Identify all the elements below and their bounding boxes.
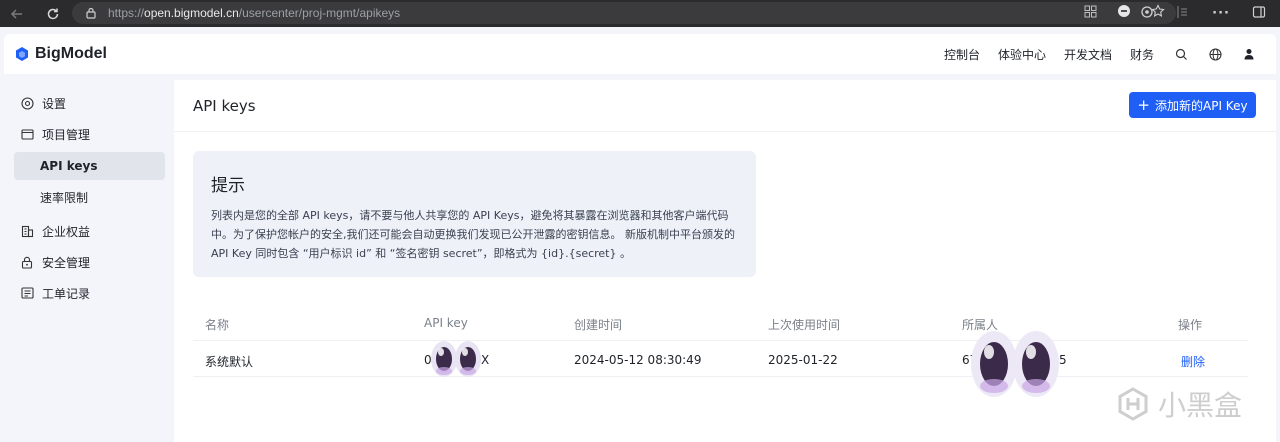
api-keys-table: 名称 API key 创建时间 上次使用时间 所属人 操作 系统默认 0 X 2… — [193, 305, 1248, 377]
nav-experience-center[interactable]: 体验中心 — [998, 46, 1046, 63]
more-icon[interactable]: ··· — [1212, 6, 1230, 21]
eyes-sticker-large — [971, 331, 1059, 397]
row-last-used: 2025-01-22 — [768, 353, 838, 367]
sidebar-item-label: API keys — [40, 159, 98, 173]
lock-icon — [20, 255, 34, 269]
delete-link[interactable]: 删除 — [1181, 353, 1205, 370]
nav-docs[interactable]: 开发文档 — [1064, 46, 1112, 63]
bigmodel-logo-icon — [16, 47, 28, 61]
search-icon[interactable] — [1174, 47, 1188, 61]
add-api-key-button[interactable]: + 添加新的API Key — [1129, 92, 1256, 118]
user-icon[interactable] — [1242, 47, 1256, 61]
brand-logo[interactable]: BigModel — [14, 45, 107, 63]
profile-icon[interactable] — [1176, 5, 1190, 23]
reader-icon[interactable] — [1116, 4, 1132, 22]
sidebar-item-tickets[interactable]: 工单记录 — [14, 279, 165, 307]
tip-title: 提示 — [211, 176, 245, 196]
watermark: 小黑盒 — [1116, 384, 1242, 424]
table-row: 系统默认 0 X 2024-05-12 08:30:49 2025-01-22 … — [193, 341, 1248, 377]
sidebar-item-enterprise-benefits[interactable]: 企业权益 — [14, 217, 165, 245]
row-created: 2024-05-12 08:30:49 — [574, 353, 702, 367]
edge-sidebar-icon[interactable] — [1252, 5, 1266, 23]
url-text: https://open.bigmodel.cn/usercenter/proj… — [108, 6, 401, 20]
watermark-logo-icon — [1118, 387, 1148, 421]
sidebar-item-label: 设置 — [42, 96, 67, 111]
row-name: 系统默认 — [205, 355, 254, 369]
brand-name: BigModel — [35, 45, 107, 62]
site-info-icon[interactable] — [84, 6, 98, 20]
tip-box: 提示 列表内是您的全部 API keys，请不要与他人共享您的 API Keys… — [193, 151, 756, 277]
address-bar[interactable]: https://open.bigmodel.cn/usercenter/proj… — [72, 2, 1176, 24]
settings-icon — [20, 96, 34, 110]
eyes-sticker-small — [431, 341, 481, 377]
main-header: API keys + 添加新的API Key — [174, 80, 1276, 132]
sidebar-item-settings[interactable]: 设置 — [14, 89, 165, 117]
top-header: BigModel 控制台 体验中心 开发文档 财务 — [4, 34, 1276, 74]
header-name: 名称 — [205, 318, 230, 332]
header-last-used: 上次使用时间 — [768, 318, 841, 332]
header-created: 创建时间 — [574, 318, 623, 332]
sidebar-item-rate-limit[interactable]: 速率限制 — [14, 183, 165, 211]
building-icon — [20, 224, 34, 238]
reload-icon[interactable] — [40, 1, 66, 27]
sidebar-item-label: 项目管理 — [42, 127, 91, 142]
folder-icon — [20, 127, 34, 141]
watermark-text: 小黑盒 — [1157, 389, 1242, 422]
add-api-key-label: 添加新的API Key — [1155, 98, 1248, 113]
globe-icon[interactable] — [1208, 47, 1222, 61]
browser-toolbar: https://open.bigmodel.cn/usercenter/proj… — [0, 0, 1280, 27]
sidebar: 设置 项目管理 API keys 速率限制 企业权益 安全管理 工单记录 — [4, 80, 174, 442]
top-nav: 控制台 体验中心 开发文档 财务 — [926, 34, 1256, 74]
plus-icon: + — [1137, 95, 1150, 114]
extensions-icon[interactable] — [1140, 5, 1154, 23]
header-api-key: API key — [424, 316, 468, 330]
sidebar-item-security[interactable]: 安全管理 — [14, 248, 165, 276]
ticket-icon — [20, 286, 34, 300]
sidebar-item-label: 工单记录 — [42, 286, 91, 301]
nav-finance[interactable]: 财务 — [1130, 46, 1154, 63]
table-header: 名称 API key 创建时间 上次使用时间 所属人 操作 — [193, 305, 1248, 341]
sidebar-item-label: 企业权益 — [42, 224, 91, 239]
sidebar-item-label: 安全管理 — [42, 255, 91, 270]
back-icon[interactable] — [4, 1, 30, 27]
page: BigModel 控制台 体验中心 开发文档 财务 设置 项目管理 API ke… — [4, 34, 1276, 442]
page-title: API keys — [193, 97, 256, 115]
main-content: API keys + 添加新的API Key 提示 列表内是您的全部 API k… — [174, 80, 1276, 442]
grid-icon[interactable] — [1082, 5, 1098, 22]
sidebar-item-label: 速率限制 — [40, 190, 89, 205]
nav-console[interactable]: 控制台 — [944, 46, 980, 63]
sidebar-item-project-management[interactable]: 项目管理 — [14, 120, 165, 148]
header-actions: 操作 — [1178, 318, 1203, 332]
tip-text: 列表内是您的全部 API keys，请不要与他人共享您的 API Keys，避免… — [211, 209, 735, 260]
sidebar-item-api-keys[interactable]: API keys — [14, 152, 165, 180]
